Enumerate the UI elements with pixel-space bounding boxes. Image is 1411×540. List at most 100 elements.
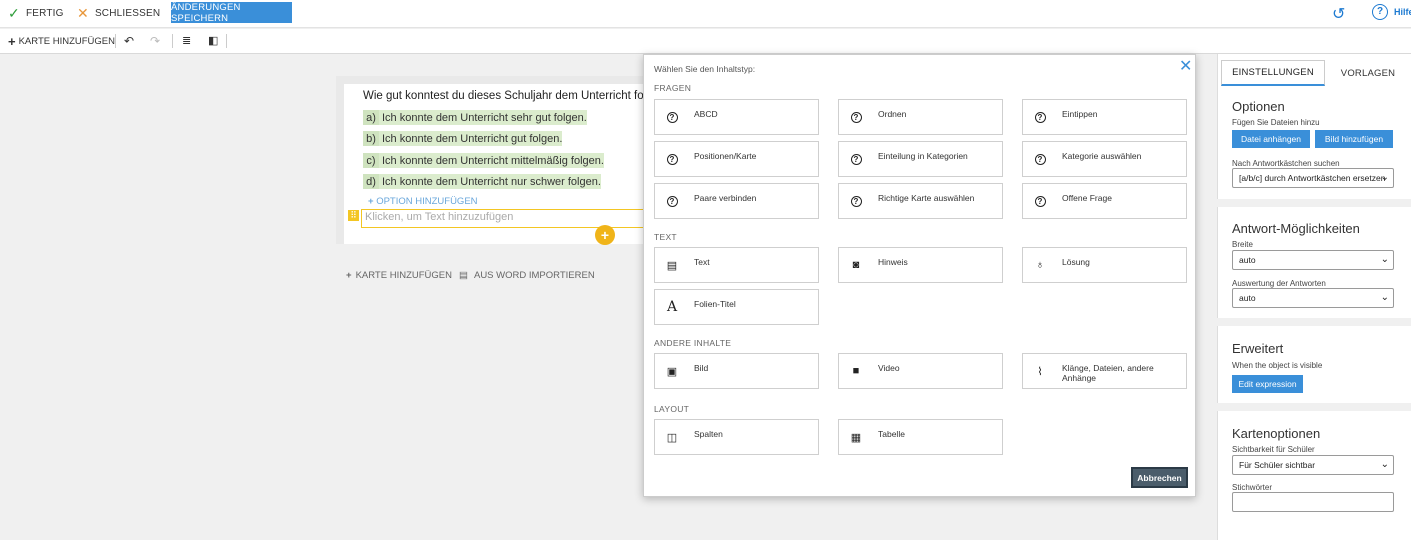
tile-label: Folien-Titel bbox=[694, 299, 736, 309]
tile-label: Bild bbox=[694, 363, 709, 373]
table-icon: ▦ bbox=[850, 431, 862, 444]
answer-option[interactable]: c) Ich konnte dem Unterricht mittelmäßig… bbox=[363, 153, 604, 168]
tile-text[interactable]: ▤ Text bbox=[654, 247, 819, 283]
tile-label: Positionen/Karte bbox=[694, 151, 757, 161]
redo-icon[interactable]: ↷ bbox=[150, 34, 160, 48]
tile-offene-frage[interactable]: ? Offene Frage bbox=[1022, 183, 1187, 219]
visibility-label: Sichtbarkeit für Schüler bbox=[1232, 445, 1315, 454]
add-option-label: OPTION HINZUFÜGEN bbox=[376, 196, 478, 207]
advanced-heading: Erweitert bbox=[1232, 341, 1284, 356]
add-content-button[interactable]: + bbox=[595, 225, 615, 245]
select-value: auto bbox=[1239, 293, 1256, 303]
tile-anhaenge[interactable]: ⌇ Klänge, Dateien, andere Anhänge bbox=[1022, 353, 1187, 389]
tile-einteilung-kategorien[interactable]: ? Einteilung in Kategorien bbox=[838, 141, 1003, 177]
toolbar-divider bbox=[172, 34, 173, 48]
close-icon[interactable]: ✕ bbox=[1179, 56, 1192, 76]
add-image-button[interactable]: Bild hinzufügen bbox=[1315, 130, 1393, 148]
option-text: Ich konnte dem Unterricht mittelmäßig fo… bbox=[382, 154, 604, 167]
chevron-down-icon: ⌄ bbox=[1380, 292, 1389, 303]
keywords-input[interactable] bbox=[1232, 492, 1394, 512]
content-type-dialog: Wählen Sie den Inhaltstyp: ✕ FRAGEN ? AB… bbox=[643, 54, 1196, 497]
tile-video[interactable]: ■ Video bbox=[838, 353, 1003, 389]
history-icon[interactable]: ↺ bbox=[1332, 4, 1345, 24]
add-card-button[interactable]: + KARTE HINZUFÜGEN bbox=[8, 34, 115, 49]
width-select[interactable]: auto ⌄ bbox=[1232, 250, 1394, 270]
cancel-button[interactable]: Abbrechen bbox=[1131, 467, 1188, 488]
close-button[interactable]: ✕ SCHLIESSEN bbox=[77, 0, 160, 26]
tile-richtige-karte[interactable]: ? Richtige Karte auswählen bbox=[838, 183, 1003, 219]
section-heading-other: ANDERE INHALTE bbox=[654, 338, 732, 348]
answers-heading: Antwort-Möglichkeiten bbox=[1232, 221, 1360, 236]
tile-paare-verbinden[interactable]: ? Paare verbinden bbox=[654, 183, 819, 219]
evaluation-label: Auswertung der Antworten bbox=[1232, 279, 1326, 288]
select-value: auto bbox=[1239, 255, 1256, 265]
visibility-select[interactable]: Für Schüler sichtbar ⌄ bbox=[1232, 455, 1394, 475]
hint-icon: ◙ bbox=[852, 259, 860, 271]
help-link[interactable]: Hilfe bbox=[1394, 7, 1411, 17]
panel-divider bbox=[1217, 199, 1411, 207]
question-icon: ? bbox=[850, 111, 862, 123]
done-button[interactable]: ✓ FERTIG bbox=[8, 0, 64, 26]
document-icon: ▤ bbox=[666, 259, 678, 272]
question-icon: ? bbox=[1034, 153, 1046, 165]
evaluation-select[interactable]: auto ⌄ bbox=[1232, 288, 1394, 308]
help-icon[interactable]: ? bbox=[1372, 4, 1388, 20]
tile-ordnen[interactable]: ? Ordnen bbox=[838, 99, 1003, 135]
undo-icon[interactable]: ↶ bbox=[124, 34, 134, 48]
tile-folien-titel[interactable]: A Folien-Titel bbox=[654, 289, 819, 325]
question-icon: ? bbox=[850, 195, 862, 207]
tile-label: Lösung bbox=[1062, 257, 1090, 267]
close-label: SCHLIESSEN bbox=[94, 7, 161, 19]
tile-bild[interactable]: ▣ Bild bbox=[654, 353, 819, 389]
tab-vorlagen[interactable]: VORLAGEN bbox=[1325, 60, 1411, 86]
search-answerboxes-select[interactable]: [a/b/c] durch Antwortkästchen ersetzen ⌄ bbox=[1232, 168, 1394, 188]
attach-file-button[interactable]: Datei anhängen bbox=[1232, 130, 1310, 148]
answer-option[interactable]: b) Ich konnte dem Unterricht gut folgen. bbox=[363, 131, 563, 146]
database-icon[interactable]: ≣ bbox=[182, 34, 191, 47]
option-text: Ich konnte dem Unterricht nur schwer fol… bbox=[382, 175, 601, 188]
select-value: Für Schüler sichtbar bbox=[1239, 460, 1316, 470]
answer-option[interactable]: a) Ich konnte dem Unterricht sehr gut fo… bbox=[363, 110, 587, 125]
card-toolbar: + KARTE HINZUFÜGEN ↶ ↷ ≣ ◧ bbox=[0, 29, 1411, 54]
option-text: Ich konnte dem Unterricht sehr gut folge… bbox=[382, 111, 587, 124]
tile-loesung[interactable]: ♁ Lösung bbox=[1022, 247, 1187, 283]
add-card-bottom-label: KARTE HINZUFÜGEN bbox=[355, 270, 452, 281]
tile-tabelle[interactable]: ▦ Tabelle bbox=[838, 419, 1003, 455]
select-value: [a/b/c] durch Antwortkästchen ersetzen bbox=[1239, 173, 1386, 183]
tile-abcd[interactable]: ? ABCD bbox=[654, 99, 819, 135]
toolbar-divider bbox=[226, 34, 227, 48]
image-icon: ▣ bbox=[666, 365, 678, 378]
question-icon: ? bbox=[666, 111, 678, 123]
option-letter: a) bbox=[363, 110, 379, 125]
speaker-icon[interactable]: ◧ bbox=[208, 34, 218, 47]
check-icon: ✓ bbox=[8, 4, 20, 21]
tile-positionen-karte[interactable]: ? Positionen/Karte bbox=[654, 141, 819, 177]
tile-eintippen[interactable]: ? Eintippen bbox=[1022, 99, 1187, 135]
save-changes-button[interactable]: ÄNDERUNGEN SPEICHERN bbox=[171, 2, 292, 24]
add-option-button[interactable]: + OPTION HINZUFÜGEN bbox=[368, 196, 478, 207]
tile-spalten[interactable]: ◫ Spalten bbox=[654, 419, 819, 455]
tile-label: Spalten bbox=[694, 429, 723, 439]
paperclip-icon: ⌇ bbox=[1037, 365, 1043, 378]
video-camera-icon: ■ bbox=[852, 365, 860, 377]
option-text: Ich konnte dem Unterricht gut folgen. bbox=[382, 132, 563, 145]
tab-einstellungen[interactable]: EINSTELLUNGEN bbox=[1221, 60, 1325, 86]
tile-label: Kategorie auswählen bbox=[1062, 151, 1142, 161]
document-icon: ▤ bbox=[459, 270, 468, 281]
panel-tabs: EINSTELLUNGEN VORLAGEN bbox=[1221, 60, 1411, 86]
tile-hinweis[interactable]: ◙ Hinweis bbox=[838, 247, 1003, 283]
question-icon: ? bbox=[666, 153, 678, 165]
edit-expression-button[interactable]: Edit expression bbox=[1232, 375, 1303, 393]
question-text[interactable]: Wie gut konntest du dieses Schuljahr dem… bbox=[363, 90, 672, 102]
tile-kategorie-auswaehlen[interactable]: ? Kategorie auswählen bbox=[1022, 141, 1187, 177]
tile-label: Video bbox=[878, 363, 900, 373]
add-card-bottom-button[interactable]: + KARTE HINZUFÜGEN bbox=[346, 270, 452, 281]
question-icon: ? bbox=[1034, 195, 1046, 207]
tile-label: Offene Frage bbox=[1062, 193, 1112, 203]
question-icon: ? bbox=[1034, 111, 1046, 123]
plus-icon: + bbox=[368, 196, 377, 207]
dialog-title: Wählen Sie den Inhaltstyp: bbox=[654, 64, 756, 74]
answer-option[interactable]: d) Ich konnte dem Unterricht nur schwer … bbox=[363, 174, 601, 189]
drag-handle-icon[interactable]: ⠿ bbox=[348, 210, 359, 221]
import-word-button[interactable]: ▤ AUS WORD IMPORTIEREN bbox=[459, 270, 595, 281]
